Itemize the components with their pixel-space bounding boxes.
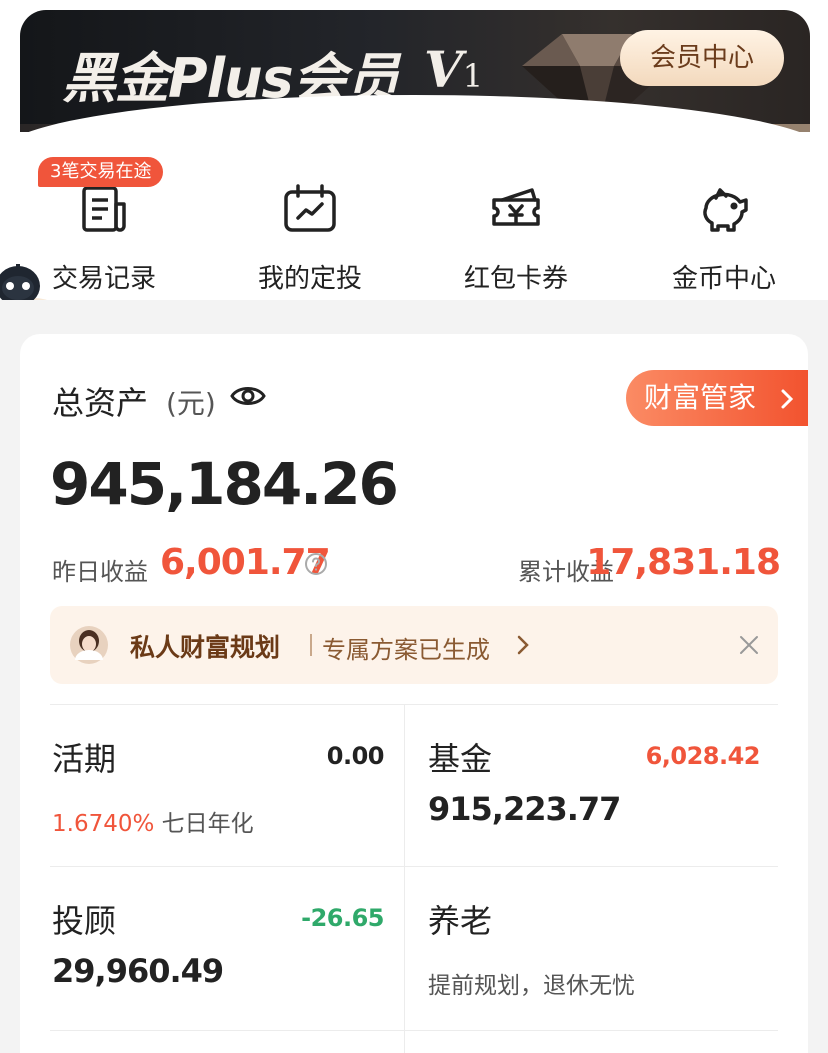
page: 黑金Plus会员 V1 会员中心 交易记录 我的定投 红包卡券 金币中心 3笔交…	[0, 0, 828, 1053]
member-center-button[interactable]: 会员中心	[620, 30, 784, 86]
product-pension[interactable]: 养老 提前规划，退休无忧	[426, 866, 780, 1028]
quick-item-coin-center[interactable]: 金币中心	[634, 182, 814, 302]
product-rate-line: 1.6740% 七日年化	[52, 804, 254, 838]
vip-level: V1	[424, 40, 483, 99]
chevron-right-icon	[781, 389, 794, 409]
product-name: 基金	[428, 740, 493, 778]
plan-title: 私人财富规划	[130, 633, 281, 662]
seven-day-rate-label: 七日年化	[161, 811, 254, 837]
product-profit: 6,028.42	[645, 742, 761, 770]
wealth-manager-button[interactable]: 财富管家	[626, 370, 808, 426]
piggy-bank-icon	[703, 188, 748, 232]
quick-item-label: 金币中心	[671, 264, 776, 294]
chevron-right-icon	[517, 635, 529, 655]
grid-divider	[50, 1030, 778, 1031]
eye-icon[interactable]	[230, 382, 266, 410]
question-icon[interactable]	[304, 552, 328, 576]
product-fund[interactable]: 基金 6,028.42 915,223.77	[426, 704, 780, 866]
quick-item-coupons[interactable]: 红包卡券	[426, 182, 606, 302]
advisor-avatar	[70, 626, 108, 664]
plan-divider	[310, 634, 312, 656]
product-subtitle: 提前规划，退休无忧	[428, 973, 635, 999]
total-assets-unit: (元)	[166, 387, 216, 420]
product-current-deposit[interactable]: 活期 0.00 1.6740% 七日年化	[50, 704, 404, 866]
calendar-chart-icon	[284, 184, 336, 232]
coupon-yen-icon	[492, 188, 540, 226]
total-assets-title: 总资产	[52, 384, 149, 422]
asset-card: 总资产 (元) 财富管家 945,184.26 昨日收益 6,001.77 累计…	[20, 334, 808, 1053]
grid-divider	[404, 704, 405, 1053]
product-amount: 29,960.49	[52, 952, 224, 990]
product-amount: 915,223.77	[428, 790, 621, 828]
vip-level-letter: V	[424, 40, 463, 99]
wealth-manager-label: 财富管家	[644, 381, 757, 414]
product-advisory[interactable]: 投顾 -26.65 29,960.49	[50, 866, 404, 1028]
quick-item-my-auto-invest[interactable]: 我的定投	[220, 182, 400, 302]
product-name: 投顾	[52, 902, 117, 940]
yesterday-income-label: 昨日收益	[52, 558, 148, 586]
seven-day-rate: 1.6740%	[52, 811, 155, 837]
product-name: 活期	[52, 740, 117, 778]
private-wealth-plan-bar[interactable]: 私人财富规划 专属方案已生成	[50, 606, 778, 684]
total-assets-value: 945,184.26	[50, 450, 399, 518]
receipt-icon	[82, 186, 126, 232]
product-amount: 0.00	[326, 742, 385, 770]
plan-status-text: 专属方案已生成	[322, 636, 490, 664]
quick-item-label: 红包卡券	[463, 264, 568, 294]
product-profit: -26.65	[301, 904, 384, 932]
vip-level-number: 1	[462, 57, 484, 95]
quick-item-label: 我的定投	[257, 264, 362, 294]
product-name: 养老	[428, 902, 493, 940]
close-icon[interactable]	[738, 634, 760, 656]
product-grid: 活期 0.00 1.6740% 七日年化 基金 6,028.42 915,223…	[50, 704, 778, 1053]
cumulative-income-value: 17,831.18	[586, 542, 781, 583]
transactions-in-progress-badge: 3笔交易在途	[38, 157, 164, 187]
